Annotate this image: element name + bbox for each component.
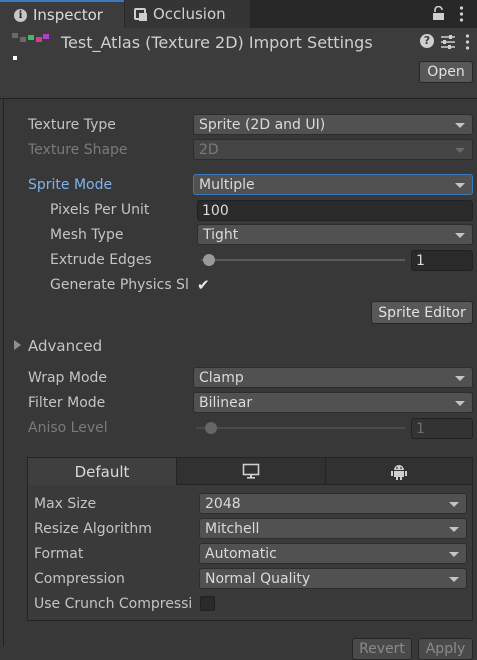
monitor-icon — [242, 463, 260, 479]
chevron-down-icon — [449, 502, 459, 507]
sprite-mode-value: Multiple — [199, 176, 255, 193]
extrude-edges-label: Extrude Edges — [50, 252, 152, 268]
tab-occlusion[interactable]: Occlusion — [125, 0, 250, 28]
use-crunch-label: Use Crunch Compressi — [34, 596, 193, 612]
android-icon — [391, 464, 407, 480]
chevron-down-icon — [455, 376, 465, 381]
resize-algorithm-dropdown[interactable]: Mitchell — [199, 518, 467, 539]
filter-mode-dropdown[interactable]: Bilinear — [193, 392, 473, 413]
wrap-mode-label: Wrap Mode — [28, 370, 108, 386]
revert-button[interactable]: Revert — [352, 638, 412, 660]
sprite-mode-label: Sprite Mode — [28, 177, 113, 193]
platform-tab-standalone[interactable] — [176, 458, 325, 485]
lock-icon[interactable] — [432, 6, 445, 21]
chevron-down-icon — [455, 233, 465, 238]
chevron-down-icon — [455, 183, 465, 188]
mesh-type-dropdown[interactable]: Tight — [197, 224, 473, 245]
texture-asset-icon — [12, 33, 49, 60]
wrap-mode-value: Clamp — [199, 369, 244, 386]
use-crunch-checkbox[interactable] — [200, 596, 215, 611]
format-value: Automatic — [205, 545, 277, 562]
compression-dropdown[interactable]: Normal Quality — [199, 568, 467, 589]
tab-inspector-label: Inspector — [33, 6, 103, 24]
tab-inspector[interactable]: i Inspector — [0, 0, 124, 28]
tab-occlusion-label: Occlusion — [153, 5, 226, 23]
texture-type-label: Texture Type — [28, 117, 116, 133]
presets-icon[interactable] — [440, 34, 456, 49]
generate-physics-checkbox[interactable]: ✔ — [197, 278, 212, 293]
format-label: Format — [34, 546, 84, 562]
chevron-down-icon — [455, 401, 465, 406]
resize-algorithm-label: Resize Algorithm — [34, 521, 152, 537]
pixels-per-unit-field[interactable]: 100 — [197, 200, 473, 221]
chevron-down-icon — [449, 527, 459, 532]
texture-type-value: Sprite (2D and UI) — [199, 116, 326, 133]
advanced-foldout-label[interactable]: Advanced — [28, 337, 102, 355]
occlusion-icon — [134, 8, 147, 21]
compression-value: Normal Quality — [205, 570, 311, 587]
pixels-per-unit-label: Pixels Per Unit — [50, 202, 150, 218]
platform-tab-default-label: Default — [74, 462, 130, 481]
compression-label: Compression — [34, 571, 125, 587]
wrap-mode-dropdown[interactable]: Clamp — [193, 367, 473, 388]
mesh-type-value: Tight — [203, 226, 239, 243]
aniso-level-slider-track — [196, 427, 405, 429]
max-size-label: Max Size — [34, 496, 97, 512]
context-menu-icon[interactable] — [465, 34, 470, 50]
mesh-type-label: Mesh Type — [50, 227, 124, 243]
resize-algorithm-value: Mitchell — [205, 520, 260, 537]
sprite-editor-button[interactable]: Sprite Editor — [371, 301, 473, 324]
more-options-icon[interactable] — [459, 6, 464, 22]
texture-type-dropdown[interactable]: Sprite (2D and UI) — [193, 114, 473, 135]
max-size-dropdown[interactable]: 2048 — [199, 493, 467, 514]
chevron-down-icon — [449, 552, 459, 557]
extrude-edges-slider-thumb[interactable] — [203, 254, 215, 266]
aniso-level-label: Aniso Level — [28, 420, 108, 436]
generate-physics-label: Generate Physics Sl — [50, 277, 189, 293]
info-icon: i — [14, 8, 27, 22]
aniso-level-field: 1 — [411, 418, 473, 439]
chevron-down-icon — [455, 148, 465, 153]
platform-tab-android[interactable] — [325, 458, 472, 485]
left-divider — [3, 99, 4, 646]
open-button[interactable]: Open — [419, 61, 473, 83]
aniso-level-slider-thumb — [205, 422, 217, 434]
foldout-arrow-icon[interactable] — [14, 340, 21, 350]
chevron-down-icon — [449, 577, 459, 582]
extrude-edges-field[interactable]: 1 — [411, 250, 473, 271]
platform-tab-default[interactable]: Default — [28, 458, 176, 485]
help-icon[interactable]: ? — [420, 34, 434, 48]
filter-mode-label: Filter Mode — [28, 395, 106, 411]
filter-mode-value: Bilinear — [199, 394, 253, 411]
texture-shape-dropdown: 2D — [193, 139, 473, 160]
texture-shape-value: 2D — [199, 141, 219, 158]
format-dropdown[interactable]: Automatic — [199, 543, 467, 564]
sprite-mode-dropdown[interactable]: Multiple — [193, 174, 473, 195]
extrude-edges-slider-track[interactable] — [201, 259, 405, 261]
max-size-value: 2048 — [205, 495, 241, 512]
apply-button[interactable]: Apply — [418, 638, 473, 660]
inspector-title: Test_Atlas (Texture 2D) Import Settings — [61, 33, 373, 52]
chevron-down-icon — [455, 123, 465, 128]
texture-shape-label: Texture Shape — [28, 142, 128, 158]
